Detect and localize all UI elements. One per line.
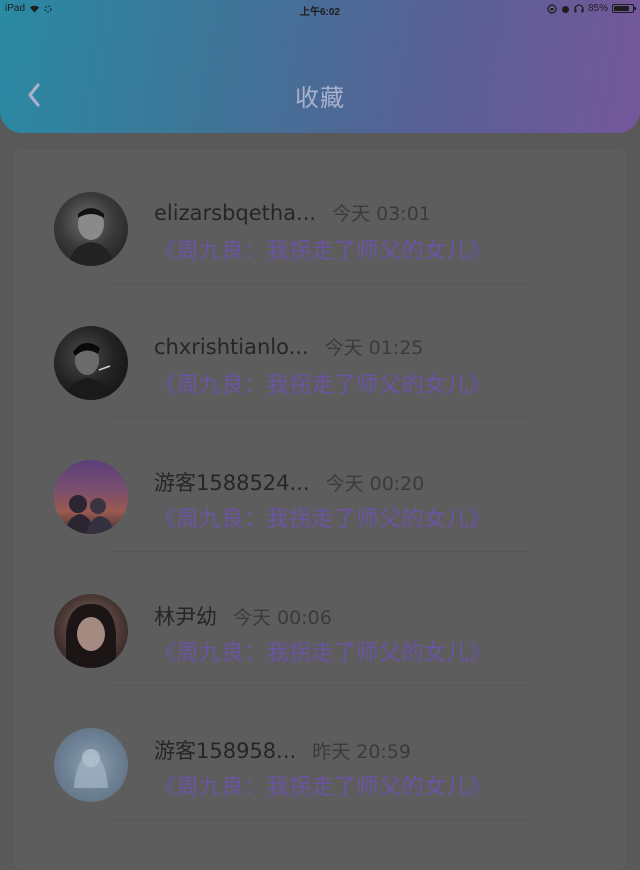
page-title: 收藏 [295,84,345,112]
timestamp: 今天 00:06 [233,607,332,629]
list-item[interactable]: elizarsbqetha... 今天 03:01 《周九良：我拐走了师父的女儿… [13,150,627,284]
avatar [54,728,128,802]
item-header: chxrishtianlo... 今天 01:25 [154,333,423,360]
book-title-link[interactable]: 《周九良：我拐走了师父的女儿》 [154,367,492,399]
battery-icon [612,4,636,13]
avatar [54,326,128,400]
timestamp: 今天 01:25 [324,337,424,359]
list-item[interactable]: 林尹幼 今天 00:06 《周九良：我拐走了师父的女儿》 [13,552,627,686]
item-header: 游客158958... 昨天 20:59 [154,735,411,765]
rotation-lock-icon [547,3,557,14]
status-bar: iPad 上午6:02 85% [0,0,640,18]
status-time: 上午6:02 [299,7,340,18]
list-item[interactable]: 游客1588524... 今天 00:20 《周九良：我拐走了师父的女儿》 [13,418,627,552]
book-title-link[interactable]: 《周九良：我拐走了师父的女儿》 [154,501,492,533]
list-item[interactable]: 游客158958... 昨天 20:59 《周九良：我拐走了师父的女儿》 [13,686,627,820]
alarm-icon [561,5,569,13]
avatar [54,192,128,266]
user-name: chxrishtianlo... [154,335,309,359]
avatar [54,460,128,534]
user-name: 林尹幼 [154,605,217,629]
item-header: 游客1588524... 今天 00:20 [154,467,424,497]
battery-fill [614,6,630,11]
timestamp: 今天 00:20 [325,473,425,495]
favorites-list: elizarsbqetha... 今天 03:01 《周九良：我拐走了师父的女儿… [13,150,627,870]
item-header: 林尹幼 今天 00:06 [154,601,332,631]
status-right: 85% [547,3,636,14]
avatar [54,594,128,668]
book-title-link[interactable]: 《周九良：我拐走了师父的女儿》 [154,769,492,801]
book-title-link[interactable]: 《周九良：我拐走了师父的女儿》 [154,635,492,667]
user-name: 游客1588524... [154,471,310,495]
book-title-link[interactable]: 《周九良：我拐走了师父的女儿》 [154,233,492,265]
item-header: elizarsbqetha... 今天 03:01 [154,199,431,226]
list-item[interactable]: chxrishtianlo... 今天 01:25 《周九良：我拐走了师父的女儿… [13,284,627,418]
timestamp: 今天 03:01 [332,203,431,225]
header-bar: iPad 上午6:02 85% 收藏 [0,0,640,133]
user-name: 游客158958... [154,739,297,763]
timestamp: 昨天 20:59 [312,741,411,763]
divider [108,819,528,820]
user-name: elizarsbqetha... [154,201,317,225]
battery-percent: 85% [587,3,608,14]
headphones-icon [574,4,584,13]
